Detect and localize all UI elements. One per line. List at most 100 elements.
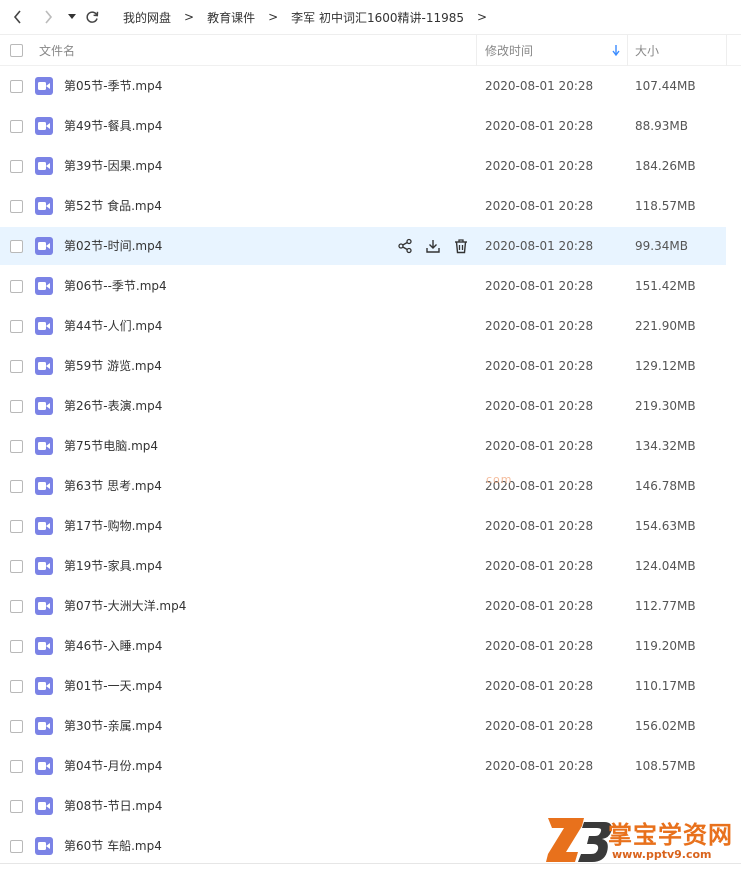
file-list-header: 文件名 修改时间 大小 bbox=[0, 34, 741, 66]
file-name[interactable]: 第59节 游览.mp4 bbox=[64, 346, 162, 386]
column-header-name[interactable]: 文件名 bbox=[39, 35, 75, 66]
row-checkbox[interactable] bbox=[10, 560, 23, 573]
file-name[interactable]: 第39节-因果.mp4 bbox=[64, 146, 162, 186]
row-checkbox[interactable] bbox=[10, 280, 23, 293]
file-name[interactable]: 第44节-人们.mp4 bbox=[64, 306, 162, 346]
chevron-left-icon bbox=[13, 10, 21, 24]
table-row[interactable]: 第39节-因果.mp4 2020-08-01 20:28 184.26MB bbox=[0, 146, 741, 186]
file-name[interactable]: 第17节-购物.mp4 bbox=[64, 506, 162, 546]
back-button[interactable] bbox=[8, 7, 28, 27]
row-checkbox[interactable] bbox=[10, 680, 23, 693]
file-name[interactable]: 第49节-餐具.mp4 bbox=[64, 106, 162, 146]
file-size: 124.04MB bbox=[635, 559, 696, 573]
video-file-icon bbox=[35, 797, 53, 815]
row-checkbox[interactable] bbox=[10, 520, 23, 533]
row-checkbox[interactable] bbox=[10, 600, 23, 613]
table-row[interactable]: 第63节 思考.mp4 2020-08-01 20:28 146.78MB bbox=[0, 466, 741, 506]
file-name[interactable]: 第60节 车船.mp4 bbox=[64, 826, 162, 866]
file-name[interactable]: 第63节 思考.mp4 bbox=[64, 466, 162, 506]
table-row[interactable]: 第01节-一天.mp4 2020-08-01 20:28 110.17MB bbox=[0, 666, 741, 706]
video-file-icon bbox=[35, 277, 53, 295]
video-file-icon bbox=[35, 837, 53, 855]
table-row[interactable]: 第04节-月份.mp4 2020-08-01 20:28 108.57MB bbox=[0, 746, 741, 786]
row-checkbox[interactable] bbox=[10, 200, 23, 213]
delete-icon[interactable] bbox=[453, 238, 469, 254]
file-size: 99.34MB bbox=[635, 239, 688, 253]
file-size: 119.20MB bbox=[635, 639, 696, 653]
video-file-icon bbox=[35, 317, 53, 335]
table-row[interactable]: 第44节-人们.mp4 2020-08-01 20:28 221.90MB bbox=[0, 306, 741, 346]
download-icon[interactable] bbox=[425, 238, 441, 254]
file-size: 108.57MB bbox=[635, 759, 696, 773]
row-checkbox[interactable] bbox=[10, 320, 23, 333]
table-row[interactable]: 第26节-表演.mp4 2020-08-01 20:28 219.30MB bbox=[0, 386, 741, 426]
breadcrumb-separator: > bbox=[268, 10, 279, 24]
breadcrumb: 我的网盘 > 教育课件 > 李军 初中词汇1600精讲-11985 > bbox=[123, 0, 500, 34]
logo-title: 掌宝学资网 bbox=[608, 820, 733, 849]
row-checkbox[interactable] bbox=[10, 800, 23, 813]
row-checkbox[interactable] bbox=[10, 440, 23, 453]
refresh-icon bbox=[86, 11, 99, 23]
file-name[interactable]: 第02节-时间.mp4 bbox=[64, 226, 162, 266]
logo-url: www.pptv9.com bbox=[612, 848, 712, 861]
column-header-modified[interactable]: 修改时间 bbox=[485, 35, 533, 66]
file-name[interactable]: 第75节电脑.mp4 bbox=[64, 426, 158, 466]
row-checkbox[interactable] bbox=[10, 160, 23, 173]
watermark-text: com bbox=[486, 473, 513, 486]
row-checkbox[interactable] bbox=[10, 480, 23, 493]
file-modified-time: 2020-08-01 20:28 bbox=[485, 159, 594, 173]
video-file-icon bbox=[35, 717, 53, 735]
column-divider[interactable] bbox=[726, 35, 727, 66]
row-checkbox[interactable] bbox=[10, 80, 23, 93]
file-name[interactable]: 第26节-表演.mp4 bbox=[64, 386, 162, 426]
table-row[interactable]: 第30节-亲属.mp4 2020-08-01 20:28 156.02MB bbox=[0, 706, 741, 746]
row-checkbox[interactable] bbox=[10, 120, 23, 133]
table-row[interactable]: 第17节-购物.mp4 2020-08-01 20:28 154.63MB bbox=[0, 506, 741, 546]
breadcrumb-item-courseware[interactable]: 教育课件 bbox=[207, 9, 255, 26]
row-checkbox[interactable] bbox=[10, 400, 23, 413]
video-file-icon bbox=[35, 597, 53, 615]
row-checkbox[interactable] bbox=[10, 720, 23, 733]
file-name[interactable]: 第19节-家具.mp4 bbox=[64, 546, 162, 586]
table-row[interactable]: 第46节-入睡.mp4 2020-08-01 20:28 119.20MB bbox=[0, 626, 741, 666]
column-divider[interactable] bbox=[627, 35, 628, 66]
file-name[interactable]: 第06节--季节.mp4 bbox=[64, 266, 167, 306]
row-checkbox[interactable] bbox=[10, 840, 23, 853]
history-dropdown-button[interactable] bbox=[62, 7, 82, 27]
table-row[interactable]: 第07节-大洲大洋.mp4 2020-08-01 20:28 112.77MB bbox=[0, 586, 741, 626]
refresh-button[interactable] bbox=[82, 7, 102, 27]
breadcrumb-item-my-drive[interactable]: 我的网盘 bbox=[123, 9, 171, 26]
forward-button[interactable] bbox=[38, 7, 58, 27]
select-all-checkbox[interactable] bbox=[10, 44, 23, 57]
row-checkbox[interactable] bbox=[10, 360, 23, 373]
table-row[interactable]: 第75节电脑.mp4 2020-08-01 20:28 134.32MB bbox=[0, 426, 741, 466]
row-checkbox[interactable] bbox=[10, 640, 23, 653]
file-name[interactable]: 第08节-节日.mp4 bbox=[64, 786, 162, 826]
video-file-icon bbox=[35, 517, 53, 535]
share-icon[interactable] bbox=[397, 238, 413, 254]
column-divider[interactable] bbox=[476, 35, 477, 66]
file-name[interactable]: 第01节-一天.mp4 bbox=[64, 666, 162, 706]
file-modified-time: 2020-08-01 20:28 bbox=[485, 359, 594, 373]
table-row[interactable]: 第59节 游览.mp4 2020-08-01 20:28 129.12MB bbox=[0, 346, 741, 386]
table-row[interactable]: 第49节-餐具.mp4 2020-08-01 20:28 88.93MB bbox=[0, 106, 741, 146]
table-row[interactable]: 第06节--季节.mp4 2020-08-01 20:28 151.42MB bbox=[0, 266, 741, 306]
table-row[interactable]: 第19节-家具.mp4 2020-08-01 20:28 124.04MB bbox=[0, 546, 741, 586]
file-size: 118.57MB bbox=[635, 199, 696, 213]
file-name[interactable]: 第52节 食品.mp4 bbox=[64, 186, 162, 226]
row-checkbox[interactable] bbox=[10, 240, 23, 253]
file-modified-time: 2020-08-01 20:28 bbox=[485, 319, 594, 333]
table-row[interactable]: 第02节-时间.mp4 2020-08-01 20:28 99.34MB bbox=[0, 226, 741, 266]
file-name[interactable]: 第30节-亲属.mp4 bbox=[64, 706, 162, 746]
file-name[interactable]: 第05节-季节.mp4 bbox=[64, 66, 162, 106]
table-row[interactable]: 第05节-季节.mp4 2020-08-01 20:28 107.44MB bbox=[0, 66, 741, 106]
file-name[interactable]: 第04节-月份.mp4 bbox=[64, 746, 162, 786]
table-row[interactable]: 第52节 食品.mp4 2020-08-01 20:28 118.57MB bbox=[0, 186, 741, 226]
file-name[interactable]: 第07节-大洲大洋.mp4 bbox=[64, 586, 186, 626]
video-file-icon bbox=[35, 477, 53, 495]
sort-down-arrow-icon[interactable] bbox=[612, 45, 620, 56]
breadcrumb-item-current-folder[interactable]: 李军 初中词汇1600精讲-11985 bbox=[291, 9, 464, 26]
column-header-size[interactable]: 大小 bbox=[635, 35, 659, 66]
file-name[interactable]: 第46节-入睡.mp4 bbox=[64, 626, 162, 666]
row-checkbox[interactable] bbox=[10, 760, 23, 773]
